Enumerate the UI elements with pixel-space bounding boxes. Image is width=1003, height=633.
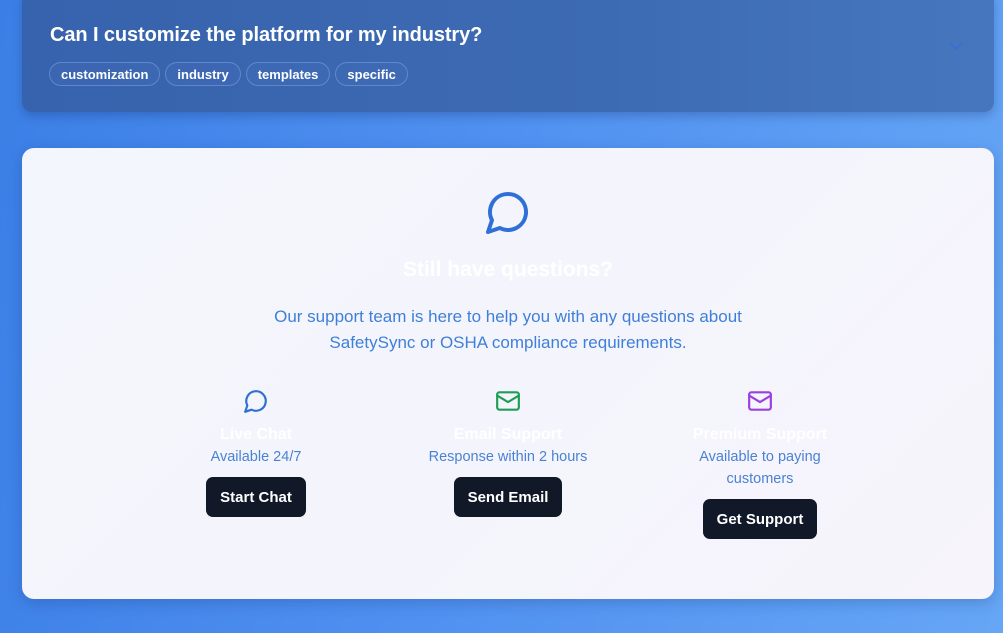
option-description: Response within 2 hours	[428, 449, 588, 465]
faq-tag: templates	[245, 62, 331, 86]
faq-tag: specific	[335, 62, 408, 86]
option-description: Available 24/7	[210, 449, 302, 465]
option-title: Email Support	[453, 426, 563, 443]
support-description: Our support team is here to help you wit…	[274, 307, 742, 352]
start-chat-button[interactable]: Start Chat	[206, 477, 306, 517]
message-circle-icon	[486, 192, 528, 234]
support-title: Still have questions?	[402, 258, 614, 281]
faq-tag: customization	[49, 62, 161, 86]
mail-icon	[748, 391, 772, 411]
faq-tag: industry	[165, 62, 241, 86]
support-option-live-chat: Live Chat Available 24/7 Start Chat	[156, 388, 356, 517]
chevron-down-icon[interactable]	[948, 41, 964, 53]
option-title: Premium Support	[692, 426, 828, 443]
option-title: Live Chat	[219, 426, 292, 443]
get-support-button[interactable]: Get Support	[702, 499, 818, 539]
message-circle-icon	[244, 390, 267, 413]
option-description: Available to paying customers	[699, 449, 821, 487]
support-option-email: Email Support Response within 2 hours Se…	[408, 388, 608, 517]
send-email-button[interactable]: Send Email	[453, 477, 563, 517]
faq-question[interactable]: Can I customize the platform for my indu…	[50, 24, 482, 47]
mail-icon	[496, 391, 520, 411]
faq-tags: customization industry templates specifi…	[49, 62, 408, 86]
support-option-premium: Premium Support Available to paying cust…	[660, 388, 860, 539]
support-section: Still have questions? Our support team i…	[22, 148, 994, 599]
faq-item[interactable]: Can I customize the platform for my indu…	[22, 0, 994, 112]
